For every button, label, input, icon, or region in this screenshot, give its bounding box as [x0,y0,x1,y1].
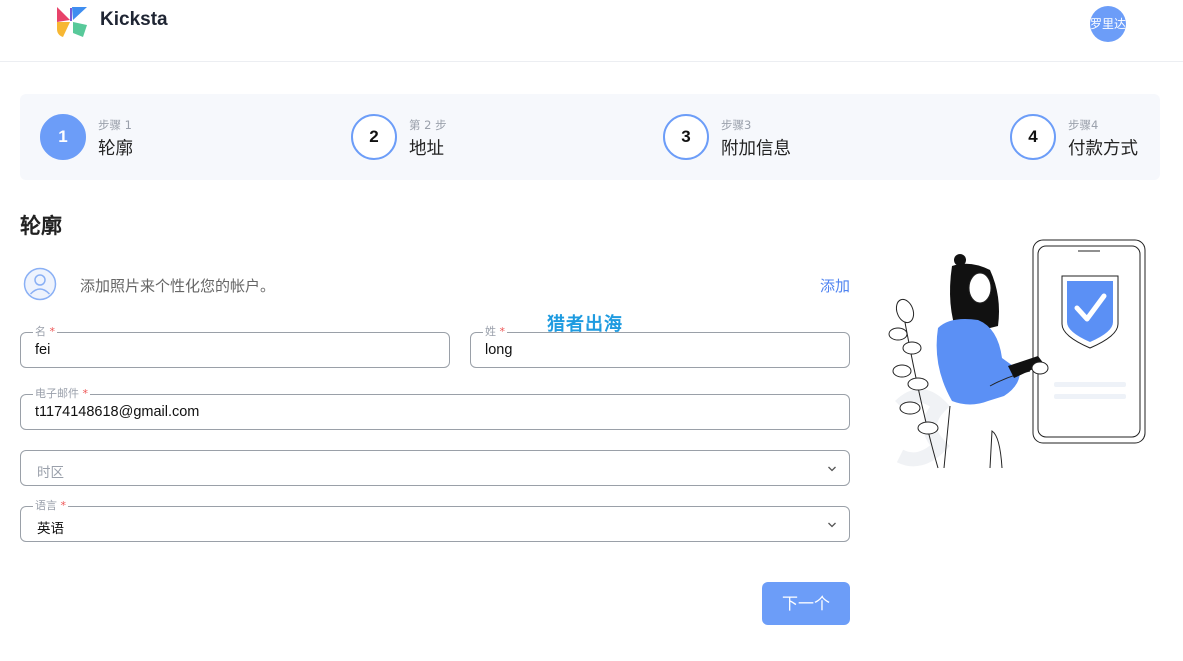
step-number: 1 [40,114,86,160]
chevron-down-icon [828,466,836,472]
step-number: 2 [351,114,397,160]
chevron-down-icon [828,522,836,528]
user-icon [23,267,57,301]
language-value: 英语 [37,521,64,537]
step-subtitle: 第 2 步 [409,118,447,132]
step-number: 3 [663,114,709,160]
next-button[interactable]: 下一个 [762,582,850,625]
step-subtitle: 步骤4 [1068,118,1099,132]
timezone-select[interactable]: 时区 [20,450,850,486]
progress-stepper: 1 步骤 1 轮廓 2 第 2 步 地址 3 步骤3 附加信息 4 步骤4 付款… [20,94,1160,180]
email-value[interactable]: t1174148618@gmail.com [35,404,199,420]
step-title: 付款方式 [1068,139,1138,159]
language-select[interactable]: 语言 * 英语 [20,499,850,542]
page-title: 轮廓 [20,214,62,238]
user-avatar[interactable]: 罗里达 [1090,6,1126,42]
add-photo-row: 添加照片来个性化您的帐户。 添加 [20,264,850,304]
add-photo-text: 添加照片来个性化您的帐户。 [80,277,276,295]
security-illustration [888,239,1146,469]
top-bar: Kicksta 罗里达 [0,0,1183,62]
last-name-field[interactable]: 姓 * long [470,325,850,368]
step-subtitle: 步骤 1 [98,118,132,132]
first-name-field[interactable]: 名 * fei [20,325,450,368]
last-name-label: 姓 * [483,325,507,339]
language-label: 语言 * [33,499,68,513]
first-name-label: 名 * [33,325,57,339]
step-subtitle: 步骤3 [721,118,752,132]
email-label: 电子邮件 * [33,387,90,401]
brand-name: Kicksta [100,9,168,30]
email-field[interactable]: 电子邮件 * t1174148618@gmail.com [20,387,850,430]
last-name-value[interactable]: long [485,342,512,358]
step-title: 轮廓 [98,139,133,159]
shield-check-icon [1061,275,1119,349]
logo-icon[interactable] [55,5,89,39]
step-title: 地址 [409,139,444,159]
step-title: 附加信息 [721,139,791,159]
first-name-value[interactable]: fei [35,342,50,358]
step-number: 4 [1010,114,1056,160]
timezone-placeholder: 时区 [37,465,64,481]
add-photo-link[interactable]: 添加 [820,275,850,296]
